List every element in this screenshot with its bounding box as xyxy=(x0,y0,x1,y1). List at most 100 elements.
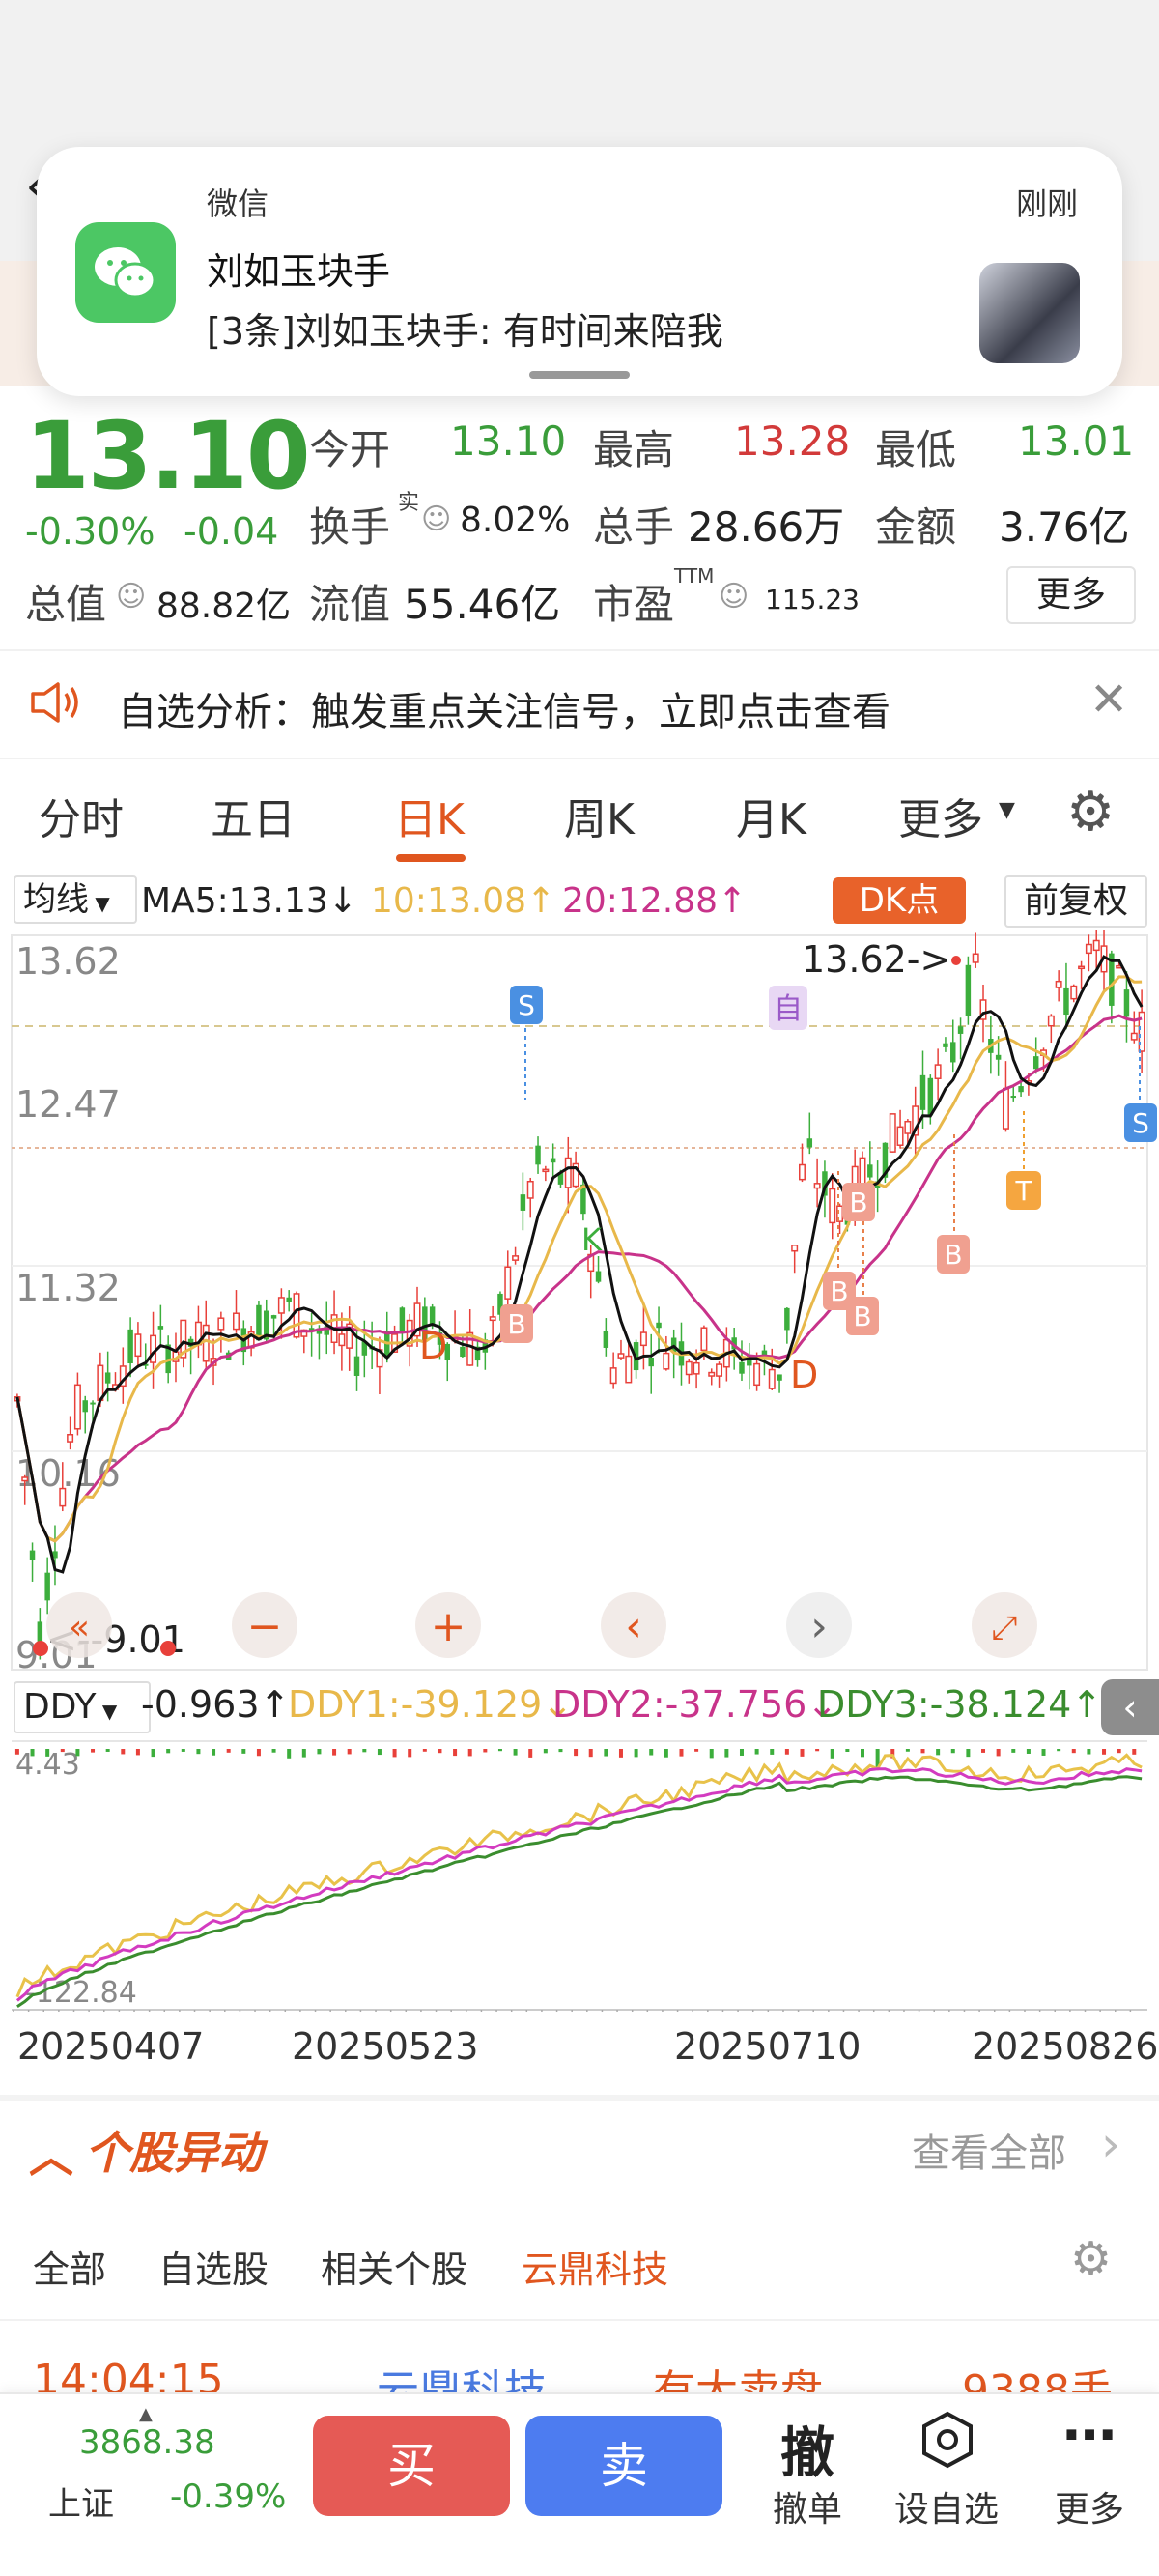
ddy-bar xyxy=(497,1749,502,1752)
ddy-selector[interactable]: DDY ▼ xyxy=(14,1681,151,1733)
ddy-bar xyxy=(966,1749,971,1758)
low-point xyxy=(33,1641,48,1656)
change-amount: -0.04 xyxy=(184,510,279,553)
signal-zi[interactable]: 自 xyxy=(769,986,807,1030)
chevron-right-icon[interactable]: › xyxy=(1101,2116,1120,2172)
notification-body: [3条]刘如玉块手: 有时间来陪我 xyxy=(207,310,723,353)
signal-label: T xyxy=(1014,1175,1032,1207)
cancel-order-icon[interactable]: 撤 xyxy=(749,2410,865,2488)
plus-icon: + xyxy=(431,1602,466,1651)
add-watchlist-icon[interactable] xyxy=(918,2410,977,2474)
subtab-watchlist[interactable]: 自选股 xyxy=(158,2240,269,2293)
ddy-bar xyxy=(830,1749,834,1759)
candle-body xyxy=(753,1362,761,1387)
ma-selector[interactable]: 均线 ▼ xyxy=(14,875,137,924)
expand-icon: ⤢ xyxy=(991,1609,1017,1647)
candle-body xyxy=(957,1026,964,1034)
signal-label: 自 xyxy=(774,992,803,1026)
tab-yuek[interactable]: 月K xyxy=(736,785,806,846)
minus-icon: − xyxy=(247,1602,283,1651)
sender-avatar xyxy=(979,263,1080,363)
info-icon[interactable]: ☺ xyxy=(719,580,749,614)
ddy1-value: DDY1:-39.129↓ xyxy=(288,1683,574,1726)
ma10-value: 10:13.08↑ xyxy=(371,881,556,921)
candle-body xyxy=(829,1188,836,1224)
ddy-bar xyxy=(75,1749,80,1757)
dk-point-button[interactable]: DK点 xyxy=(833,877,966,924)
buy-button[interactable]: 买 xyxy=(313,2416,510,2516)
cancel-order-label[interactable]: 撤单 xyxy=(749,2481,865,2532)
more-quote-button[interactable]: 更多 xyxy=(1006,566,1136,624)
wechat-notification[interactable]: 微信 刚刚 刘如玉块手 [3条]刘如玉块手: 有时间来陪我 xyxy=(37,147,1122,396)
view-all-link[interactable]: 查看全部 xyxy=(912,2122,1066,2178)
analysis-banner[interactable]: 自选分析：触发重点关注信号，立即点击查看 ✕ xyxy=(0,649,1159,759)
more-label[interactable]: 更多 xyxy=(1032,2481,1147,2532)
kline-chart[interactable]: 13.62 12.47 11.32 10.16 9.01 13.62-> <--… xyxy=(0,930,1159,2012)
tab-wuri[interactable]: 五日 xyxy=(211,785,296,846)
subtab-related[interactable]: 相关个股 xyxy=(321,2240,467,2293)
gear-icon[interactable]: ⚙ xyxy=(1070,2232,1112,2286)
candle-body xyxy=(550,1158,556,1163)
x-tick-label: 20250710 xyxy=(674,2025,862,2068)
info-icon[interactable]: ☺ xyxy=(116,580,146,614)
adjust-mode-button[interactable]: 前复权 xyxy=(1004,875,1147,928)
ddy-bar xyxy=(574,1749,579,1757)
more-icon[interactable]: ⋯ xyxy=(1032,2404,1147,2467)
signal-s[interactable]: S xyxy=(510,986,543,1100)
sell-button[interactable]: 卖 xyxy=(525,2416,722,2516)
subtab-all[interactable]: 全部 xyxy=(33,2240,106,2293)
ma20-value: 20:12.88↑ xyxy=(562,881,748,921)
ddy-bar xyxy=(1117,1749,1121,1754)
speaker-icon xyxy=(27,678,85,730)
collapse-icon[interactable]: ‹ xyxy=(1101,1679,1159,1735)
ddy-bar xyxy=(800,1749,805,1757)
volume-value: 28.66万 xyxy=(688,503,845,551)
candle-body xyxy=(791,1245,799,1252)
ddy-bar xyxy=(377,1749,382,1756)
ddy-bar xyxy=(905,1749,910,1752)
close-icon[interactable]: ✕ xyxy=(1089,673,1128,727)
candle-body xyxy=(904,1120,912,1134)
tab-more[interactable]: 更多 xyxy=(898,785,983,846)
candle-body xyxy=(708,1371,716,1377)
ddy-bar xyxy=(483,1749,488,1753)
ddy-bar xyxy=(936,1749,941,1756)
notification-handle[interactable] xyxy=(529,371,630,379)
candle-body xyxy=(609,1367,617,1385)
signal-t[interactable]: T xyxy=(1006,1111,1041,1210)
tab-rik[interactable]: 日K xyxy=(394,785,465,846)
list-item[interactable]: 14:04:15 云鼎科技 有大卖盘 9388手 xyxy=(0,2319,1159,2416)
low-point xyxy=(160,1641,176,1656)
candle-body xyxy=(1047,1015,1055,1027)
low-label: 最低 xyxy=(875,426,957,473)
y-tick-label: 11.32 xyxy=(15,1267,121,1309)
ddy-bar xyxy=(618,1749,623,1758)
zoom-controls[interactable]: « − + ‹ › ⤢ xyxy=(46,1592,1037,1658)
add-watchlist-label[interactable]: 设自选 xyxy=(889,2481,1004,2532)
turnover-value: 8.02% xyxy=(460,501,571,540)
chevron-right-icon: › xyxy=(810,1602,828,1651)
candle-body xyxy=(82,1400,88,1413)
tab-zhouk[interactable]: 周K xyxy=(564,785,635,846)
ddy-bar xyxy=(724,1749,729,1758)
gear-icon[interactable]: ⚙ xyxy=(1066,781,1115,844)
ddy-bar xyxy=(1087,1749,1091,1755)
subtab-stock[interactable]: 云鼎科技 xyxy=(522,2240,668,2293)
ddy-bar xyxy=(196,1749,201,1755)
chevron-up-icon[interactable]: ︿ xyxy=(29,2122,73,2186)
candle-body xyxy=(700,1327,708,1352)
signal-s2[interactable]: S xyxy=(1124,1026,1157,1142)
tab-fenshi[interactable]: 分时 xyxy=(39,785,124,846)
signal-label: B xyxy=(853,1301,871,1332)
candle-body xyxy=(943,1043,948,1047)
info-icon[interactable]: ☺ xyxy=(421,502,451,536)
candle-body xyxy=(127,1329,133,1364)
section-divider xyxy=(0,2095,1159,2101)
signal-label: S xyxy=(518,989,535,1021)
candle-body xyxy=(1010,1096,1017,1099)
double-left-icon: « xyxy=(69,1608,90,1647)
ddy-bar xyxy=(151,1749,155,1758)
candle-body xyxy=(1085,943,1092,955)
candle-body xyxy=(603,1331,609,1348)
candle-body xyxy=(564,1157,572,1188)
